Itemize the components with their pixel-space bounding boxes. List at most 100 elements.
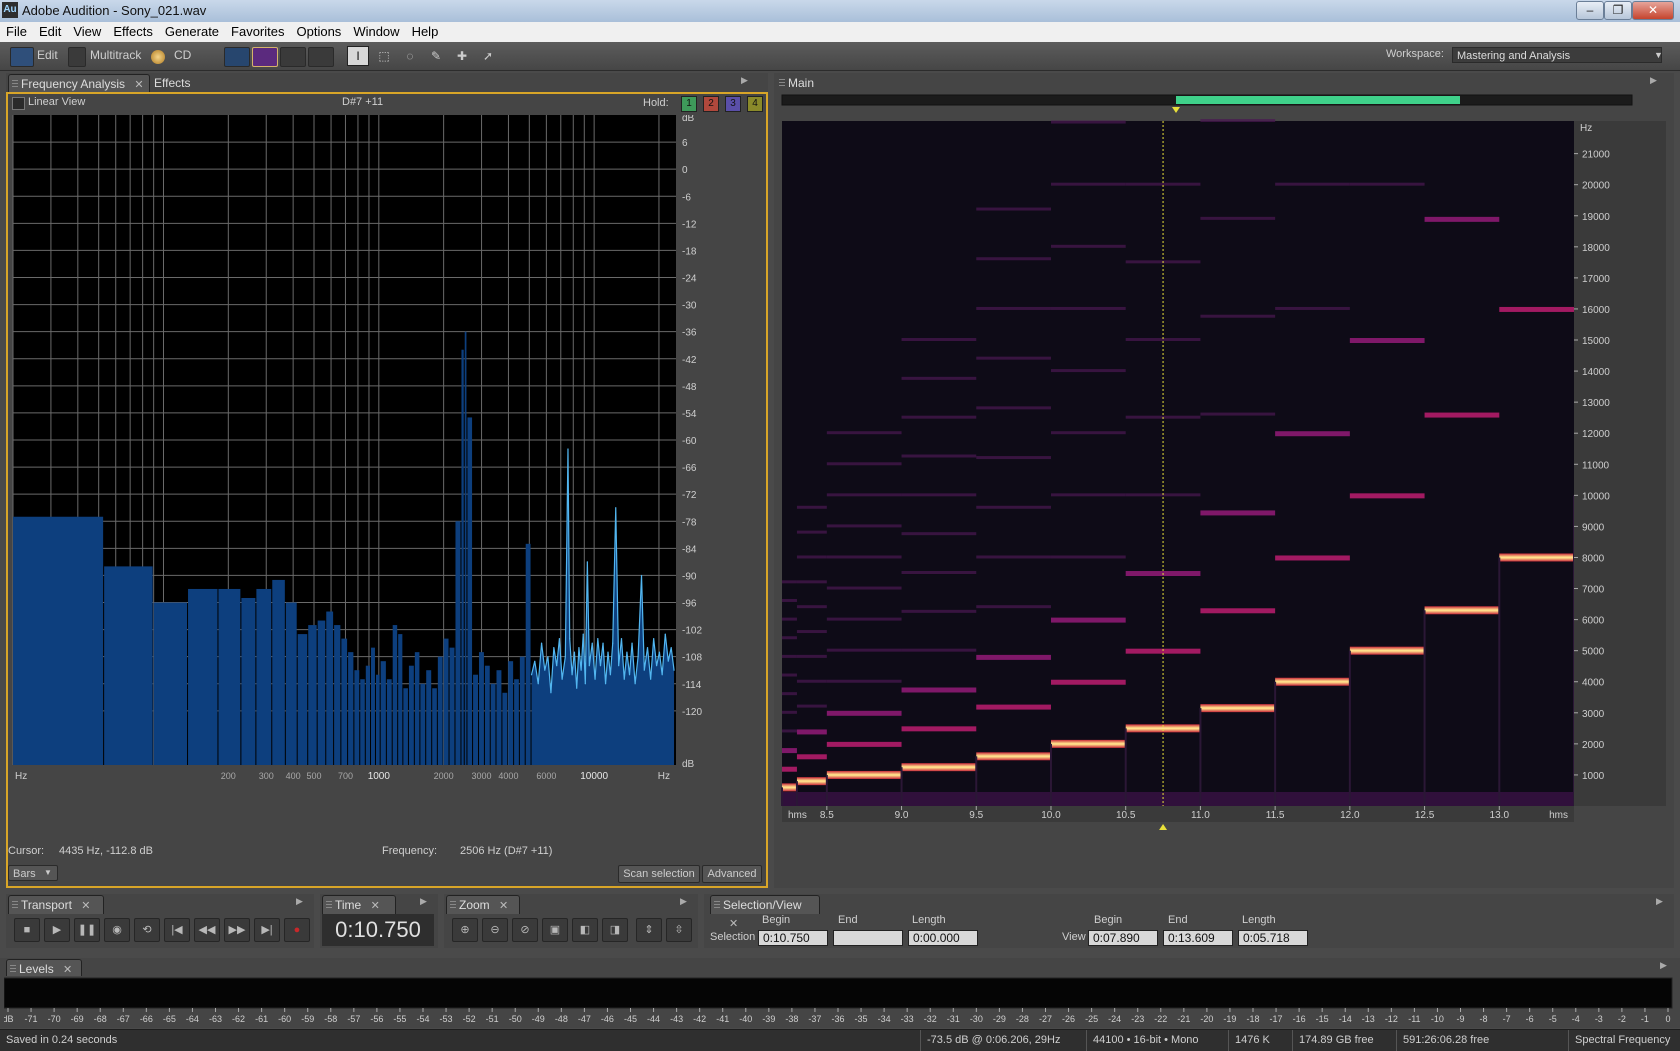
menu-favorites[interactable]: Favorites: [225, 22, 290, 39]
minimize-button[interactable]: –: [1576, 1, 1604, 20]
tab-transport[interactable]: Transport ✕: [8, 895, 104, 914]
close-icon[interactable]: ✕: [499, 900, 508, 912]
brush-tool-icon[interactable]: ✎: [426, 46, 446, 66]
close-icon[interactable]: ✕: [371, 900, 380, 912]
chevron-down-icon[interactable]: ▼: [1654, 50, 1663, 60]
zoom-left-edge-button[interactable]: ◧: [572, 918, 598, 942]
cd-icon[interactable]: [151, 50, 165, 64]
spectrum-point: [588, 665, 590, 667]
close-button[interactable]: ✕: [1632, 1, 1674, 20]
frequency-spectrum-graph[interactable]: dB 6 0 -6 -12 -18 -24 -30 -36 -42 -48 -54 -60 -66 -72 -…: [11, 115, 763, 812]
spectrum-point: [550, 692, 552, 694]
menu-help[interactable]: Help: [406, 22, 445, 39]
tab-zoom-label: Zoom: [459, 898, 490, 912]
restore-button[interactable]: ❐: [1604, 1, 1632, 20]
view-length-field[interactable]: 0:05.718: [1238, 930, 1308, 946]
menu-options[interactable]: Options: [291, 22, 348, 39]
view-end-field[interactable]: 0:13.609: [1163, 930, 1233, 946]
panel-menu-icon[interactable]: ▶: [1656, 896, 1663, 907]
record-button[interactable]: ●: [284, 918, 310, 942]
panel-menu-icon[interactable]: ▶: [1650, 75, 1670, 89]
loop-button[interactable]: ⟲: [134, 918, 160, 942]
spot-healing-tool-icon[interactable]: ✚: [452, 46, 472, 66]
play-from-cursor-button[interactable]: ◉: [104, 918, 130, 942]
hold-4-button[interactable]: 4: [747, 96, 763, 112]
menu-window[interactable]: Window: [347, 22, 405, 39]
zoom-in-amplitude-button[interactable]: ⊕: [452, 918, 478, 942]
spectral-view-icon[interactable]: [252, 47, 278, 67]
view-begin-field[interactable]: 0:07.890: [1088, 930, 1158, 946]
harmonic-band: [976, 257, 1051, 261]
close-icon[interactable]: ✕: [81, 900, 90, 912]
tab-frequency-analysis[interactable]: Frequency Analysis ✕: [8, 74, 150, 93]
panel-menu-icon[interactable]: ▶: [296, 896, 303, 907]
harmonic-band: [782, 692, 797, 696]
tab-time[interactable]: Time ✕: [322, 895, 396, 914]
selection-begin-field[interactable]: 0:10.750: [758, 930, 828, 946]
rewind-button[interactable]: ◀◀: [194, 918, 220, 942]
spectrum-point: [540, 642, 543, 644]
spectral-phase-icon[interactable]: [308, 47, 334, 67]
zoom-out-amplitude-button[interactable]: ⊖: [482, 918, 508, 942]
advanced-button[interactable]: Advanced: [702, 865, 762, 883]
close-icon[interactable]: ✕: [729, 918, 738, 930]
panel-menu-icon[interactable]: ▶: [1660, 960, 1667, 971]
menu-file[interactable]: File: [0, 22, 33, 39]
panel-menu-icon[interactable]: ▶: [680, 896, 687, 907]
harmonic-band: [1349, 338, 1425, 344]
stop-button[interactable]: ■: [14, 918, 40, 942]
pause-button[interactable]: ❚❚: [74, 918, 100, 942]
hold-1-button[interactable]: 1: [681, 96, 697, 112]
x-tick-label: 500: [306, 771, 321, 781]
panel-menu-icon[interactable]: ▶: [420, 896, 427, 907]
waveform-view-icon[interactable]: [224, 47, 250, 67]
zoom-in-vertical-button[interactable]: ⇕: [636, 918, 662, 942]
hold-3-button[interactable]: 3: [725, 96, 741, 112]
time-selection-tool-icon[interactable]: I: [347, 46, 369, 66]
spectrum-bar: [256, 588, 272, 765]
tab-selection-view[interactable]: Selection/View ✕: [710, 895, 820, 930]
tab-zoom[interactable]: Zoom ✕: [446, 895, 520, 914]
x-tick-label: 300: [259, 771, 274, 781]
spectrum-point: [607, 651, 609, 653]
lasso-tool-icon[interactable]: ◌: [400, 46, 420, 66]
chevron-down-icon[interactable]: ▼: [44, 868, 52, 877]
go-to-end-button[interactable]: ▶|: [254, 918, 280, 942]
menu-view[interactable]: View: [67, 22, 107, 39]
spectrum-point: [643, 669, 645, 671]
zoom-out-vertical-button[interactable]: ⇳: [666, 918, 692, 942]
edit-view-button[interactable]: Edit: [37, 48, 58, 62]
menu-generate[interactable]: Generate: [159, 22, 225, 39]
linear-view-checkbox[interactable]: [12, 97, 25, 110]
harmonic-band: [1200, 608, 1276, 614]
spectral-frequency-display[interactable]: Hz 21000 20000 19000 18000 17000 16000 15000 140…: [778, 91, 1670, 883]
spectral-pan-icon[interactable]: [280, 47, 306, 67]
selection-end-field[interactable]: [833, 930, 903, 946]
multitrack-button[interactable]: Multitrack: [90, 48, 141, 62]
zoom-selection-button[interactable]: ▣: [542, 918, 568, 942]
x-tick-label: 3000: [472, 771, 492, 781]
play-button[interactable]: ▶: [44, 918, 70, 942]
zoom-right-edge-button[interactable]: ◨: [602, 918, 628, 942]
hold-2-button[interactable]: 2: [703, 96, 719, 112]
edit-view-icon[interactable]: [10, 47, 34, 67]
level-tick-label: -65: [163, 1014, 176, 1024]
panel-menu-icon[interactable]: ▶: [741, 75, 761, 89]
workspace-select[interactable]: Mastering and Analysis: [1452, 47, 1662, 63]
level-tick-label: -45: [624, 1014, 637, 1024]
fast-forward-button[interactable]: ▶▶: [224, 918, 250, 942]
scan-selection-button[interactable]: Scan selection: [618, 865, 700, 883]
go-to-start-button[interactable]: |◀: [164, 918, 190, 942]
menu-edit[interactable]: Edit: [33, 22, 67, 39]
selection-length-field[interactable]: 0:00.000: [908, 930, 978, 946]
menu-effects[interactable]: Effects: [107, 22, 159, 39]
level-tick-label: -69: [71, 1014, 84, 1024]
hybrid-tool-icon[interactable]: ➚: [478, 46, 498, 66]
close-icon[interactable]: ✕: [63, 964, 72, 976]
tab-main[interactable]: Main: [776, 74, 848, 92]
cd-view-button[interactable]: CD: [174, 48, 191, 62]
multitrack-icon[interactable]: [68, 47, 86, 67]
zoom-out-full-button[interactable]: ⊘: [512, 918, 538, 942]
tab-effects[interactable]: Effects: [142, 74, 214, 92]
marquee-tool-icon[interactable]: ⬚: [374, 46, 394, 66]
